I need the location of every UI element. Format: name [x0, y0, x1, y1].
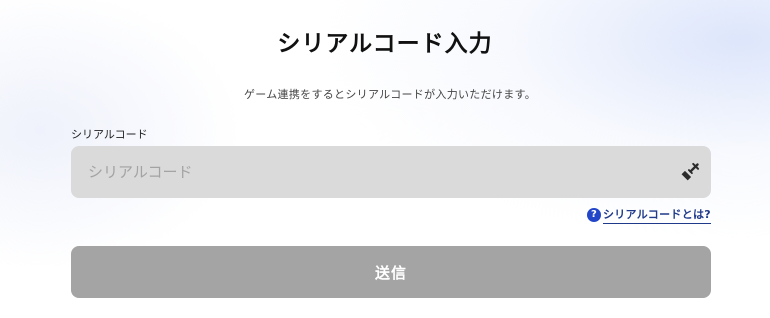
page-title: シリアルコード入力 [277, 31, 493, 57]
serial-code-input-container [71, 146, 711, 198]
page-description: ゲーム連携をするとシリアルコードが入力いただけます。 [243, 88, 537, 101]
clipboard-paste-icon[interactable] [679, 161, 701, 183]
serial-code-input[interactable] [71, 146, 661, 198]
submit-button[interactable]: 送信 [71, 246, 711, 298]
serial-code-label: シリアルコード [71, 128, 148, 141]
serial-code-help-link[interactable]: ? シリアルコードとは? [586, 206, 711, 224]
help-link-label: シリアルコードとは? [602, 206, 711, 224]
question-circle-icon: ? [586, 208, 601, 222]
